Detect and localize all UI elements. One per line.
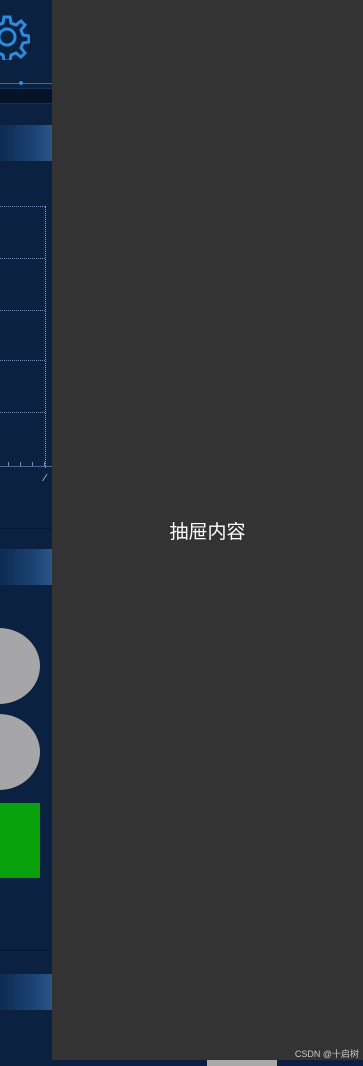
chart-x-axis <box>0 466 52 467</box>
status-indicator-green <box>0 803 40 878</box>
axis-tick <box>32 462 33 466</box>
grid-line <box>0 258 45 259</box>
drawer-panel[interactable]: 抽屉内容 <box>52 0 363 1060</box>
axis-tick-label: ⁄ <box>44 473 46 484</box>
status-dot <box>19 81 23 85</box>
section-header-status <box>0 549 52 585</box>
watermark-text: CSDN @十启树 <box>294 1049 359 1059</box>
status-indicator-circle <box>0 714 40 790</box>
axis-tick <box>44 462 45 466</box>
section-divider <box>0 528 52 529</box>
status-indicator-circle <box>0 628 40 704</box>
axis-tick <box>20 462 21 466</box>
top-divider-line <box>0 83 52 84</box>
horizontal-scrollbar-thumb[interactable] <box>207 1060 277 1066</box>
drawer-content-label: 抽屉内容 <box>169 520 246 543</box>
chart-grid <box>0 200 52 470</box>
grid-line <box>0 412 45 413</box>
grid-line <box>0 360 45 361</box>
gear-icon[interactable] <box>0 14 30 60</box>
top-strip <box>0 88 52 104</box>
grid-line <box>0 310 45 311</box>
section-header-bottom <box>0 974 52 1010</box>
section-divider <box>0 950 52 951</box>
section-header-chart <box>0 125 52 161</box>
dashboard-side-panel: ⁄ <box>0 0 52 1066</box>
grid-line-vertical <box>45 206 46 468</box>
grid-line <box>0 206 45 207</box>
axis-tick <box>8 462 9 466</box>
